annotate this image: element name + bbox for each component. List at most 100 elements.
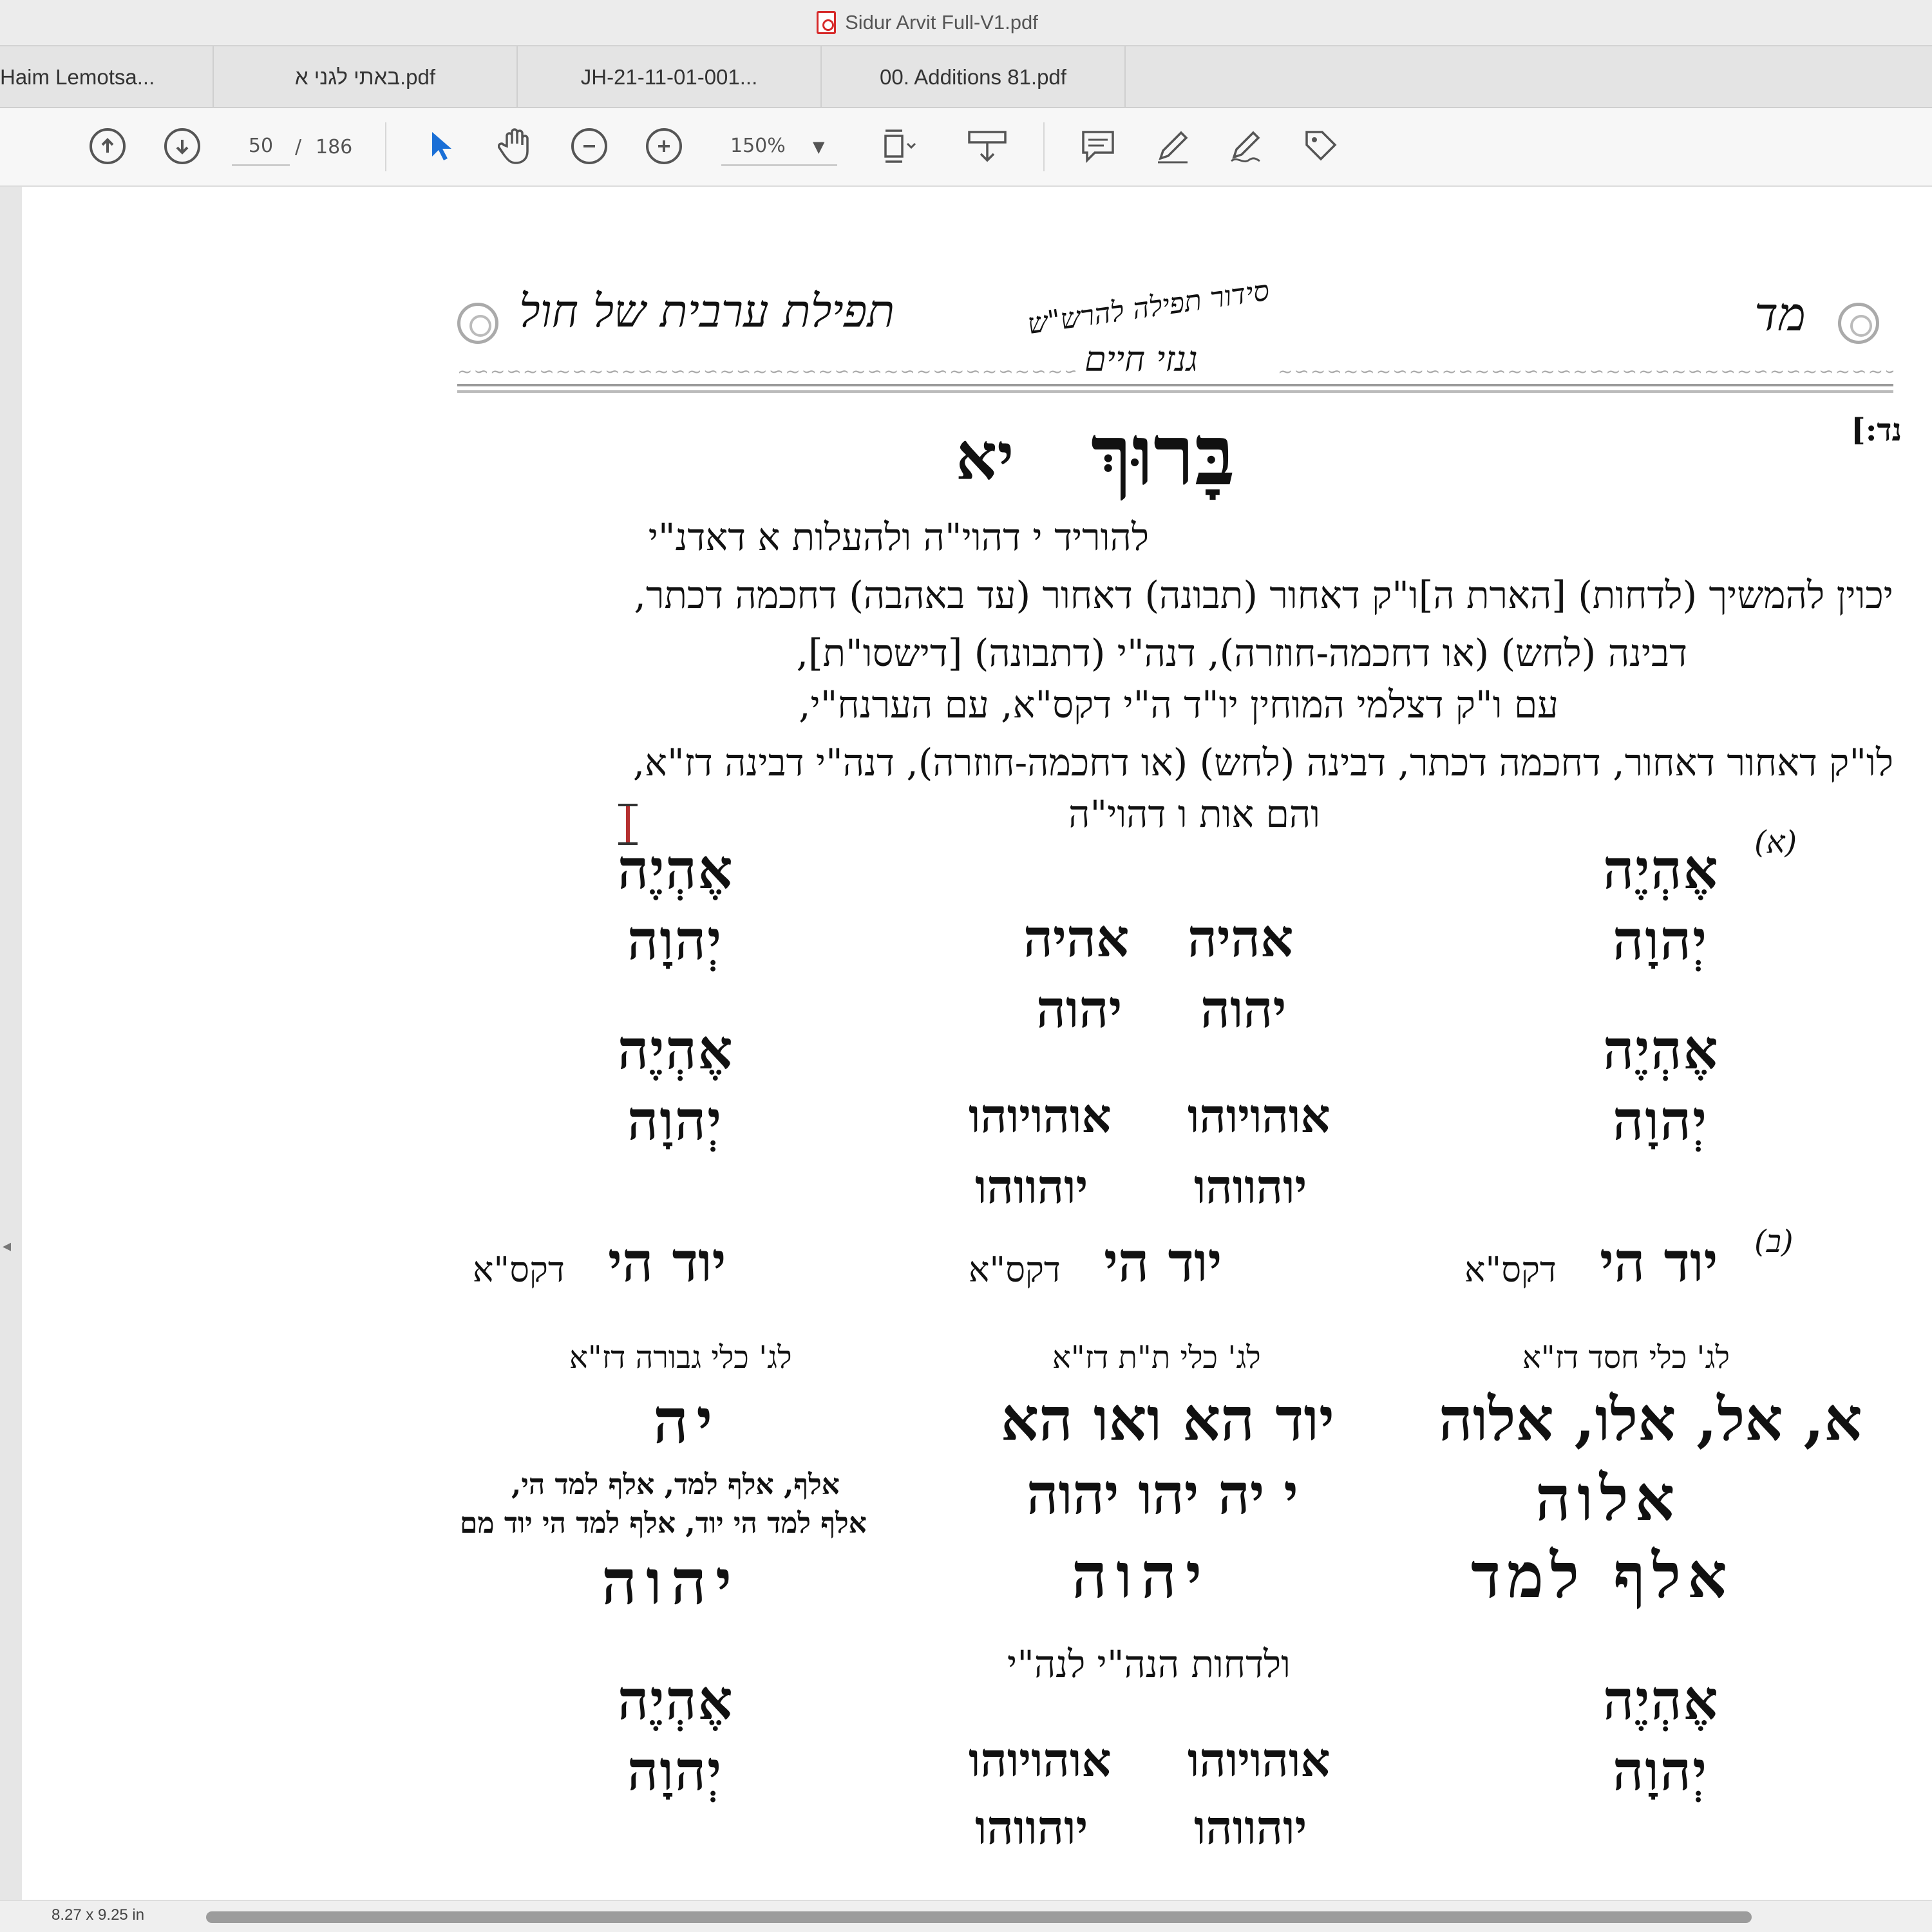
window-titlebar: Sidur Arvit Full-V1.pdf <box>0 0 1932 46</box>
name-ehyeh: אֶהְיֶה <box>618 837 734 901</box>
tab-additions-81[interactable]: 00. Additions 81.pdf <box>822 46 1126 108</box>
name-combo-2: יוהווהו <box>1194 1159 1307 1214</box>
name-yhvh-long: יהוה <box>601 1546 741 1618</box>
horizontal-scrollbar-thumb[interactable] <box>206 1911 1752 1923</box>
name-combo-2: יוהווהו <box>975 1800 1088 1855</box>
page-number-input[interactable]: 50 <box>232 128 290 166</box>
page-size-label: 8.27 x 9.25 in <box>52 1906 145 1924</box>
name-havayah: יְהוָה <box>1613 1739 1709 1803</box>
ornament-spiral-icon <box>1838 303 1879 344</box>
tag-icon <box>1305 131 1337 161</box>
scroll-icon <box>968 131 1007 162</box>
tab-jh-21-11[interactable]: JH-21-11-01-001... <box>518 46 822 108</box>
next-page-button[interactable] <box>160 124 205 169</box>
header-left-title: תפילת ערבית של חול <box>519 285 895 337</box>
stamp-button[interactable] <box>1298 124 1343 169</box>
comment-button[interactable] <box>1075 124 1121 169</box>
text-line-4: עם ו"ק דצלמי המוחין יו"ד ה"י דקס"א, עם ה… <box>799 683 1558 726</box>
previous-page-button[interactable] <box>85 124 130 169</box>
draw-button[interactable] <box>1224 124 1269 169</box>
name-ehyeh: אֶהְיֶה <box>618 1668 734 1732</box>
name-combo-2: יוהווהו <box>1194 1800 1307 1855</box>
tab-bati-legani[interactable]: באתי לגני א.pdf <box>214 46 518 108</box>
name-ehyeh: אֶהְיֶה <box>1603 837 1719 901</box>
comment-icon <box>1082 131 1114 164</box>
name-yod-hey: יוד הי <box>1104 1230 1222 1294</box>
text-line-6: והם אות ו דהוי"ה <box>1068 792 1320 836</box>
label-daksa: דקס"א <box>969 1249 1061 1290</box>
name-yud-sequence: י יה יהו יהוה <box>1027 1462 1298 1527</box>
name-ehyeh: אֶהְיֶה <box>1603 1668 1719 1732</box>
name-havayah: יְהוָה <box>1613 908 1709 972</box>
pdf-file-icon <box>817 11 837 34</box>
text-line-1: להוריד י דהוי"ה ולהעלות א דאדנ"י <box>648 515 1149 559</box>
label-daksa: דקס"א <box>473 1249 565 1290</box>
zoom-out-button[interactable] <box>567 124 612 169</box>
name-el-sequence: א, אל, אלו, אלוה <box>1439 1385 1862 1454</box>
left-panel-toggle[interactable]: ◂ <box>0 187 22 1900</box>
arrow-down-icon <box>164 128 200 164</box>
main-word-mark: יא <box>956 419 1014 495</box>
label-keli-chesed: לג' כלי חסד דז"א <box>1522 1340 1730 1376</box>
scroll-mode-button[interactable] <box>965 124 1010 169</box>
name-ehyeh-plain: אהיה <box>1188 908 1294 969</box>
draw-icon <box>1231 131 1260 163</box>
name-combo-1: אוהויוהו <box>969 1088 1112 1143</box>
name-ehyeh: אֶהְיֶה <box>1603 1018 1719 1081</box>
name-ehyeh: אֶהְיֶה <box>618 1018 734 1081</box>
tab-haim-lemotsa[interactable]: Haim Lemotsa... <box>0 46 214 108</box>
section-marker-b: (ב) <box>1754 1224 1794 1260</box>
aleph-note-1: אלף, אלף למד, אלף למד הי, <box>511 1468 840 1501</box>
header-rule <box>457 384 1893 393</box>
pen-icon <box>1158 131 1188 164</box>
name-eloha: אלוה <box>1535 1462 1681 1535</box>
label-lidchot: ולדחות הנה"י לנה"י <box>1007 1642 1291 1686</box>
section-marker-a: (א) <box>1754 824 1797 860</box>
highlight-button[interactable] <box>1150 124 1195 169</box>
name-havayah: יְהוָה <box>627 1739 723 1803</box>
select-tool-button[interactable] <box>419 124 464 169</box>
chevron-left-icon: ◂ <box>3 1236 12 1256</box>
name-havayah-plain: יהוה <box>1036 979 1122 1039</box>
plus-icon <box>646 128 682 164</box>
text-line-2: יכוין להמשיך (לדחות) [הארת ה]ו"ק דאחור (… <box>634 573 1893 617</box>
header-page-letter: מד <box>1754 287 1806 341</box>
label-keli-gevurah: לג' כלי גבורה דז"א <box>569 1340 792 1376</box>
fit-page-button[interactable] <box>876 124 921 169</box>
label-daksa: דקס"א <box>1464 1249 1557 1290</box>
name-combo-1: אוהויוהו <box>1188 1088 1331 1143</box>
name-yod-hey: יוד הי <box>1600 1230 1718 1294</box>
fit-page-icon <box>884 129 916 163</box>
page-total: 186 <box>316 135 353 158</box>
arrow-up-icon <box>90 128 126 164</box>
name-yhvh-long: יהוה <box>1072 1539 1211 1612</box>
aleph-note-2: אלף למד הי יוד, אלף למד הי יוד מם <box>460 1507 867 1540</box>
name-yah: יה <box>653 1385 721 1457</box>
hand-tool-button[interactable] <box>493 124 538 169</box>
label-keli-tiferet: לג' כלי ת"ת דז"א <box>1052 1340 1261 1376</box>
ornament-wave: ~∽~∽~∽~∽~∽~∽~∽~∽~∽~∽~∽~∽~∽~∽~∽~∽~∽~∽~∽~∽… <box>1278 361 1893 376</box>
toolbar-divider <box>385 122 386 171</box>
toolbar: 50 / 186 150% ▼ <box>0 108 1932 187</box>
name-aleph-lamed: אלף למד <box>1471 1539 1734 1612</box>
name-havayah-plain: יהוה <box>1200 979 1287 1039</box>
ornament-wave: ~∽~∽~∽~∽~∽~∽~∽~∽~∽~∽~∽~∽~∽~∽~∽~∽~∽~∽~∽~∽… <box>457 361 1075 376</box>
chevron-down-icon[interactable]: ▼ <box>813 128 824 166</box>
name-combo-2: יוהווהו <box>975 1159 1088 1214</box>
pdf-page: תפילת ערבית של חול סידור תפילה להרש"ש גנ… <box>22 187 1932 1900</box>
text-line-5: לו"ק דאחור דאחור, דחכמה דכתר, דבינה (לחש… <box>632 741 1893 784</box>
main-word-baruch: בָּרוּךְ <box>1091 406 1235 504</box>
name-combo-1: אוהויוהו <box>969 1732 1112 1787</box>
hand-icon <box>498 128 529 164</box>
name-yod-he-vav: יוד הא ואו הא <box>1001 1385 1335 1454</box>
toolbar-divider <box>1043 122 1045 171</box>
header-center-top: סידור תפילה להרש"ש <box>1025 274 1272 341</box>
name-havayah: יְהוָה <box>627 1088 723 1152</box>
zoom-in-button[interactable] <box>641 124 687 169</box>
header-center-bottom: גנזי חיים <box>1084 339 1198 379</box>
name-havayah: יְהוָה <box>627 908 723 972</box>
name-combo-1: אוהויוהו <box>1188 1732 1331 1787</box>
minus-icon <box>571 128 607 164</box>
pointer-icon <box>432 132 451 160</box>
side-reference: נד:] <box>1851 412 1902 448</box>
